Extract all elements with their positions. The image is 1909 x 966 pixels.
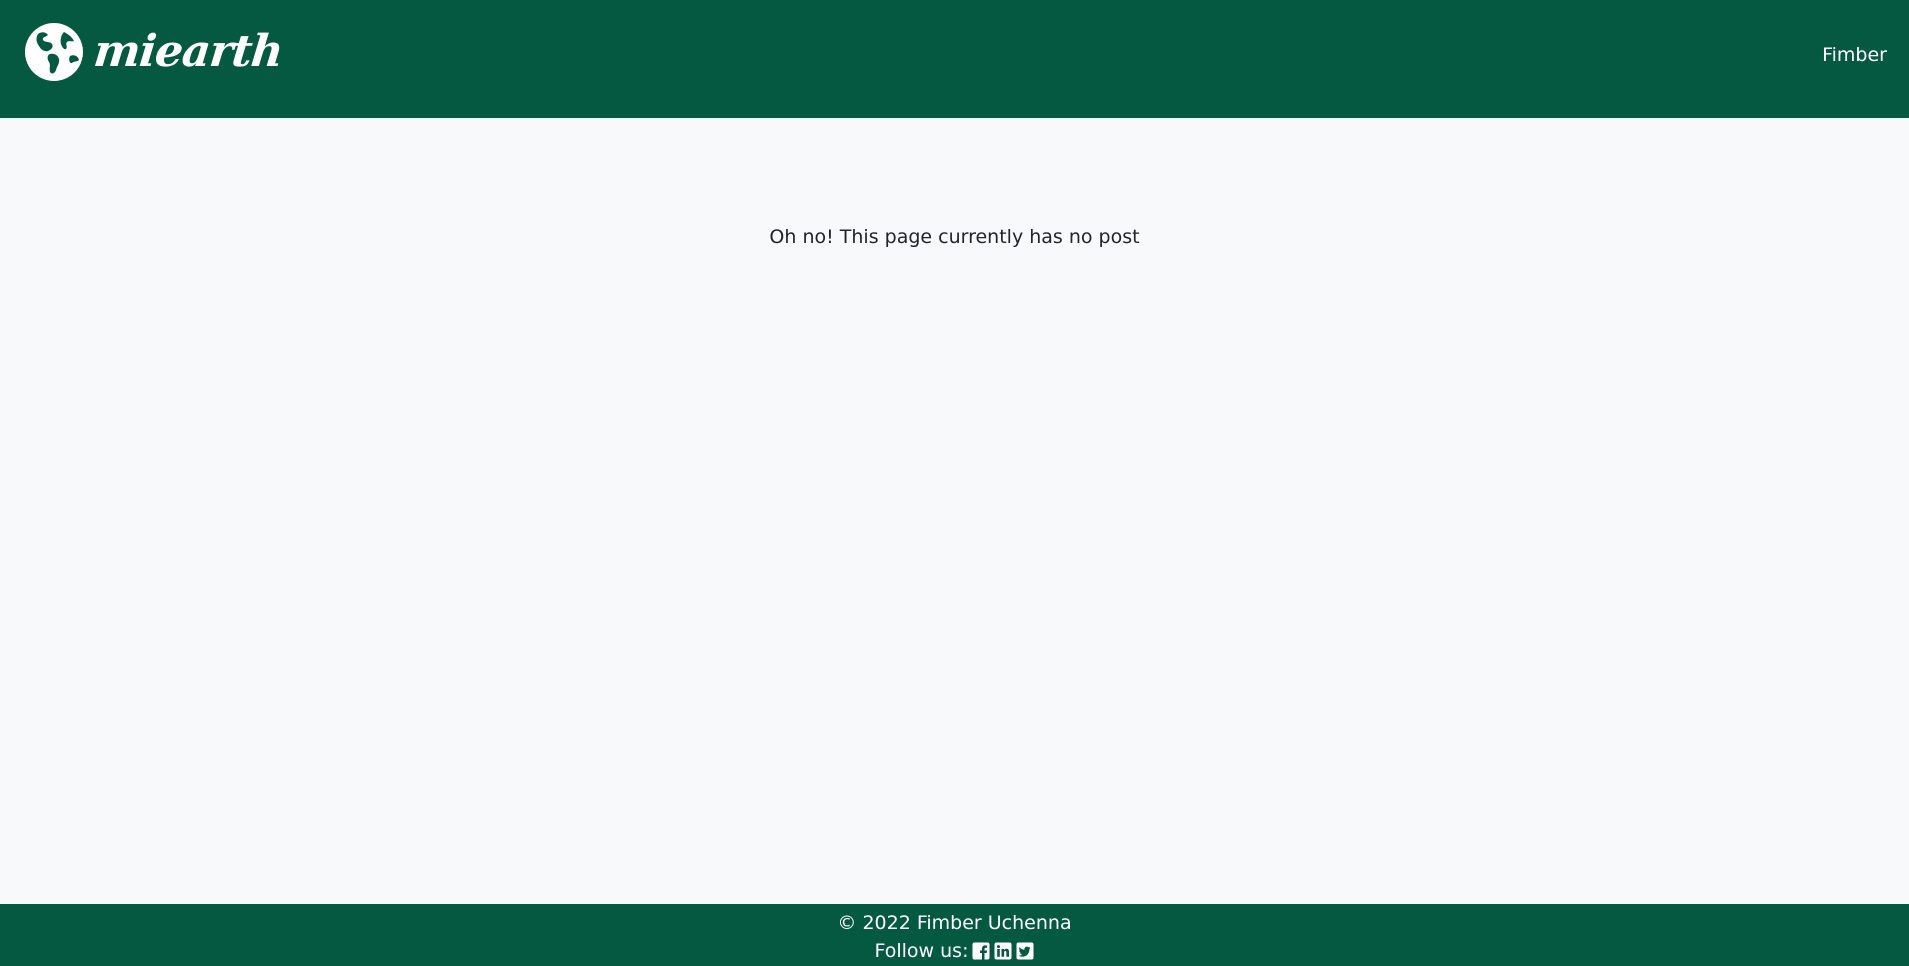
brand-name: miearth (91, 26, 286, 77)
follow-us-row: Follow us: (0, 937, 1909, 965)
globe-icon (25, 23, 83, 81)
footer: © 2022 Fimber Uchenna Follow us: (0, 904, 1909, 966)
facebook-icon[interactable] (972, 942, 990, 960)
brand-logo-link[interactable]: miearth (24, 21, 286, 83)
empty-state-message: Oh no! This page currently has no post (769, 226, 1140, 248)
navbar: miearth Fimber (0, 0, 1909, 118)
copyright-text: © 2022 Fimber Uchenna (837, 912, 1072, 934)
linkedin-icon[interactable] (994, 942, 1012, 960)
user-nav-link[interactable]: Fimber (1822, 44, 1887, 66)
follow-us-label: Follow us: (874, 940, 969, 962)
twitter-icon[interactable] (1016, 942, 1034, 960)
page: miearth Fimber Oh no! This page currentl… (0, 0, 1909, 966)
